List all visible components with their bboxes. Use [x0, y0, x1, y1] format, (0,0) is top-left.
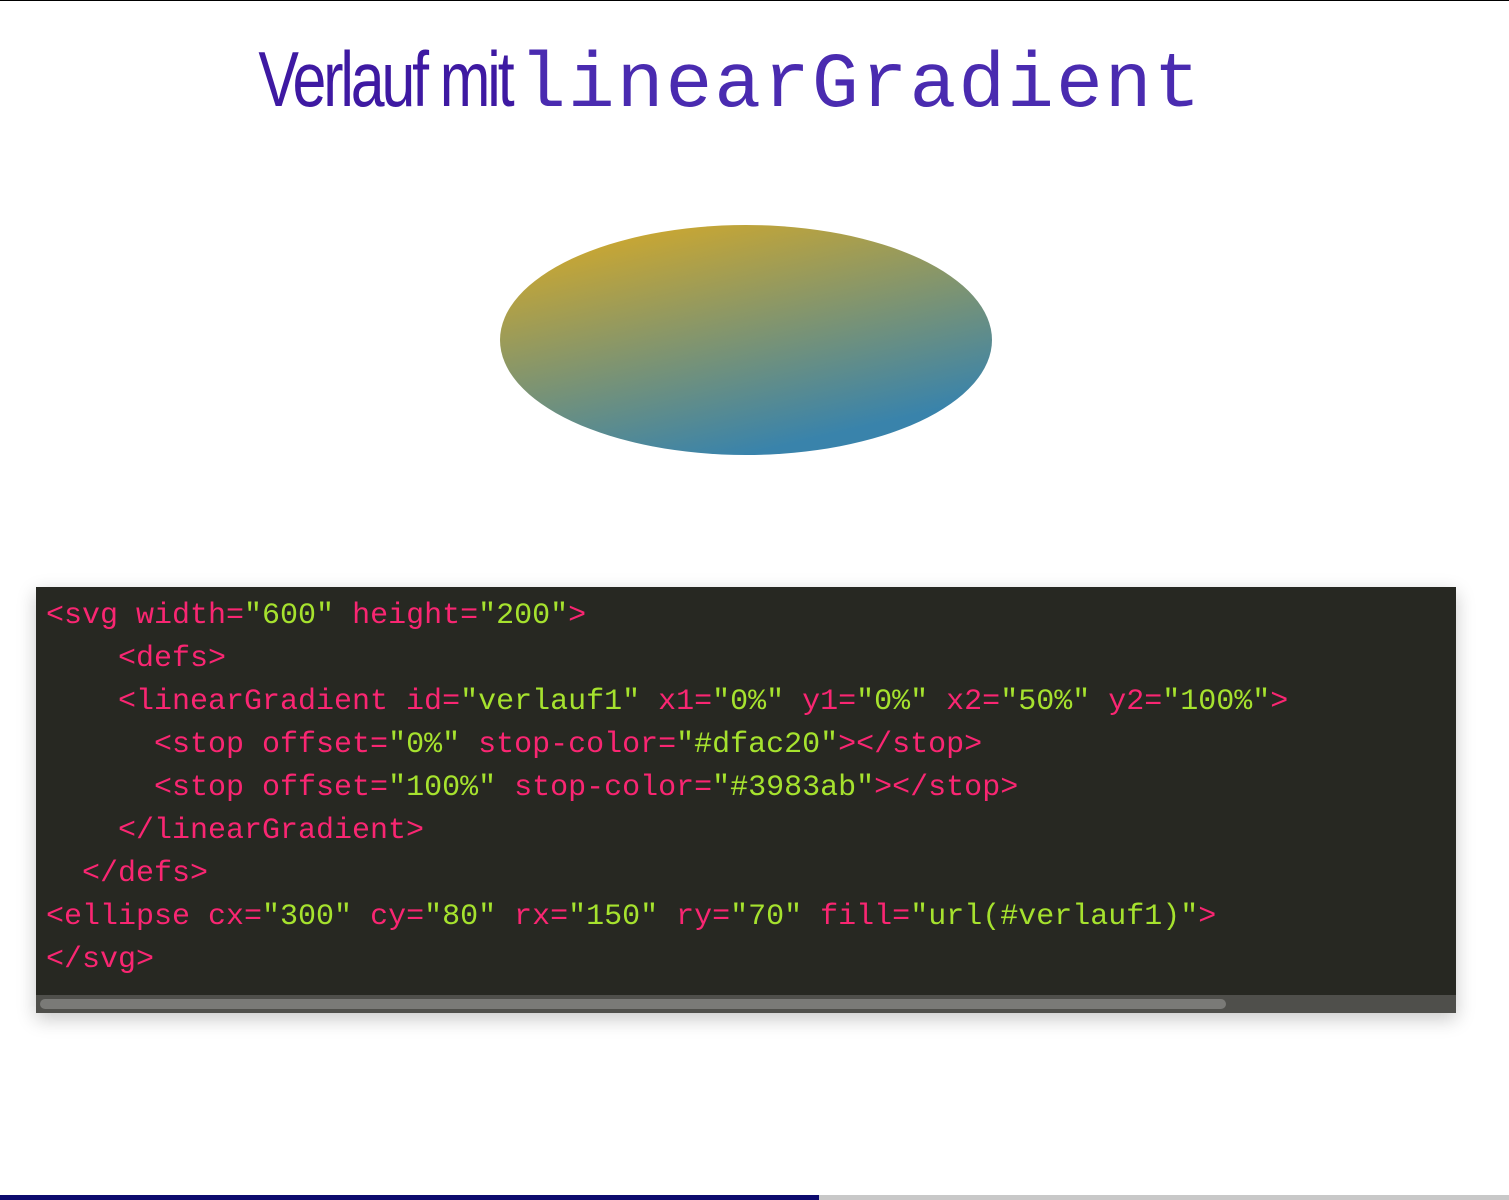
- code-token-tag: <ellipse cx=: [46, 900, 263, 934]
- code-token-tag: </defs>: [46, 857, 209, 891]
- code-line: <linearGradient id="verlauf1" x1="0%" y1…: [46, 681, 1456, 724]
- slide-title: Verlauf mit linearGradient: [0, 34, 1509, 130]
- code-token-string: "#3983ab": [712, 771, 875, 805]
- top-rule: [0, 0, 1509, 1]
- code-token-tag: ></stop>: [838, 728, 983, 762]
- code-token-string: "600": [244, 599, 335, 633]
- slide-title-code: linearGradient: [519, 42, 1203, 130]
- code-token-string: "#dfac20": [676, 728, 839, 762]
- code-line: <defs>: [46, 638, 1456, 681]
- code-token-tag: ></stop>: [874, 771, 1019, 805]
- horizontal-scrollbar[interactable]: [36, 995, 1456, 1013]
- code-token-tag: >: [1270, 685, 1289, 719]
- code-token-string: "80": [424, 900, 497, 934]
- code-token-tag: rx=: [496, 900, 569, 934]
- code-token-string: "verlauf1": [460, 685, 641, 719]
- code-token-string: "150": [568, 900, 659, 934]
- code-line: <stop offset="100%" stop-color="#3983ab"…: [46, 767, 1456, 810]
- gradient-demo: [500, 225, 992, 455]
- code-token-string: "50%": [1000, 685, 1091, 719]
- code-line: </linearGradient>: [46, 810, 1456, 853]
- code-token-tag: <stop offset=: [46, 771, 389, 805]
- code-token-tag: <linearGradient id=: [46, 685, 461, 719]
- code-token-string: "200": [478, 599, 569, 633]
- code-token-tag: cy=: [352, 900, 425, 934]
- code-line: <svg width="600" height="200">: [46, 595, 1456, 638]
- code-token-string: "0%": [388, 728, 461, 762]
- code-token-tag: <svg width=: [46, 599, 245, 633]
- code-lines: <svg width="600" height="200"> <defs> <l…: [46, 595, 1456, 982]
- code-token-tag: stop-color=: [460, 728, 677, 762]
- code-token-string: "100%": [388, 771, 497, 805]
- code-token-string: "url(#verlauf1)": [910, 900, 1199, 934]
- presentation-progress-track: [0, 1195, 1509, 1200]
- gradient-ellipse: [500, 225, 992, 455]
- code-token-string: "100%": [1162, 685, 1271, 719]
- code-line: </defs>: [46, 853, 1456, 896]
- code-token-string: "300": [262, 900, 353, 934]
- code-token-string: "70": [730, 900, 803, 934]
- code-line: </svg>: [46, 939, 1456, 982]
- code-token-tag: >: [1198, 900, 1217, 934]
- code-token-tag: <defs>: [46, 642, 227, 676]
- code-token-tag: x2=: [928, 685, 1001, 719]
- code-block[interactable]: <svg width="600" height="200"> <defs> <l…: [36, 587, 1456, 1013]
- code-token-tag: y2=: [1090, 685, 1163, 719]
- code-token-tag: </linearGradient>: [46, 814, 425, 848]
- presentation-progress-fill: [0, 1195, 820, 1200]
- code-token-tag: x1=: [640, 685, 713, 719]
- code-token-string: "0%": [712, 685, 785, 719]
- code-token-string: "0%": [856, 685, 929, 719]
- code-token-tag: height=: [334, 599, 479, 633]
- code-token-tag: fill=: [802, 900, 911, 934]
- code-token-tag: ry=: [658, 900, 731, 934]
- code-token-tag: y1=: [784, 685, 857, 719]
- code-token-tag: </svg>: [46, 943, 155, 977]
- scrollbar-thumb[interactable]: [40, 999, 1226, 1009]
- code-token-tag: >: [568, 599, 587, 633]
- slide-title-text: Verlauf mit: [257, 35, 514, 123]
- code-token-tag: stop-color=: [496, 771, 713, 805]
- code-line: <ellipse cx="300" cy="80" rx="150" ry="7…: [46, 896, 1456, 939]
- code-line: <stop offset="0%" stop-color="#dfac20"><…: [46, 724, 1456, 767]
- code-token-tag: <stop offset=: [46, 728, 389, 762]
